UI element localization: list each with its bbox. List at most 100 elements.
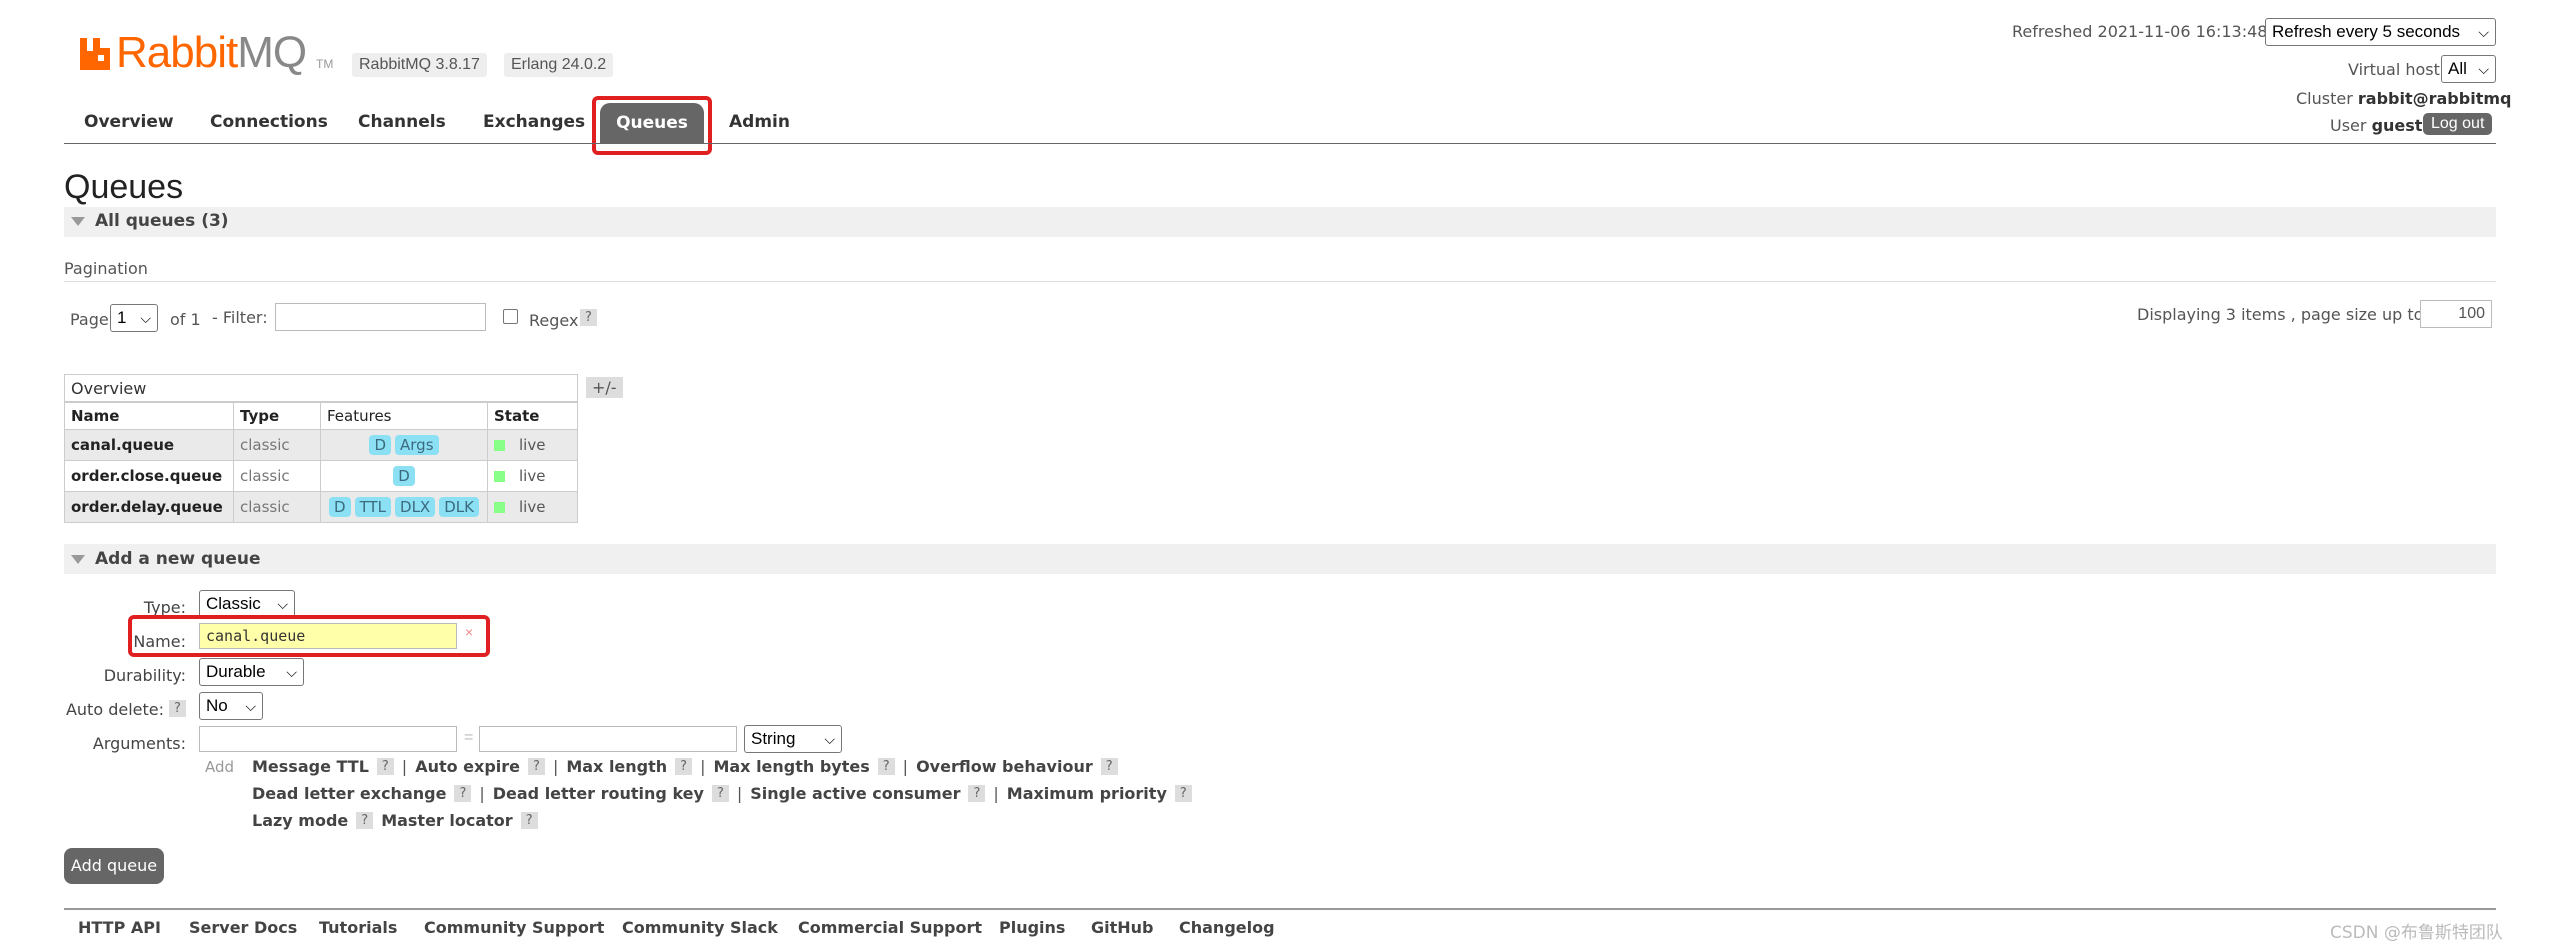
- add-queue-section-header[interactable]: [64, 544, 2496, 574]
- dead-letter-routing-key-help-icon[interactable]: ?: [711, 785, 729, 802]
- column-header-features[interactable]: Features: [320, 402, 488, 430]
- master-locator-help-icon[interactable]: ?: [520, 812, 538, 829]
- all-queues-section-header[interactable]: [64, 207, 2496, 237]
- filter-label: - Filter:: [212, 308, 268, 327]
- durability-value: Durable: [206, 662, 266, 681]
- queue-features: D: [320, 460, 488, 492]
- arg-max-length-link[interactable]: Max length: [566, 757, 667, 776]
- arg-overflow-behaviour-link[interactable]: Overflow behaviour: [916, 757, 1093, 776]
- watermark: CSDN @布鲁斯特团队: [2330, 923, 2503, 943]
- collapse-triangle-icon: [71, 217, 85, 226]
- page-title: Queues: [64, 168, 184, 206]
- tab-admin[interactable]: Admin: [729, 112, 790, 132]
- overflow-behaviour-help-icon[interactable]: ?: [1100, 758, 1118, 775]
- footer-link-server-docs[interactable]: Server Docs: [189, 918, 297, 937]
- footer-link-github[interactable]: GitHub: [1091, 918, 1154, 937]
- tab-channels[interactable]: Channels: [358, 112, 446, 132]
- nav-divider: [64, 143, 2496, 144]
- column-header-name[interactable]: Name: [64, 402, 234, 430]
- feature-tag: DLX: [395, 497, 436, 517]
- queue-name-link[interactable]: order.delay.queue: [64, 491, 234, 523]
- feature-tag: D: [369, 435, 392, 455]
- arg-message-ttl-link[interactable]: Message TTL: [252, 757, 369, 776]
- arg-lazy-mode-link[interactable]: Lazy mode: [252, 811, 348, 830]
- chevron-down-icon: ⌵: [140, 310, 151, 326]
- dead-letter-exchange-help-icon[interactable]: ?: [454, 785, 472, 802]
- arg-separator: |: [401, 757, 408, 776]
- filter-input[interactable]: [275, 303, 486, 331]
- queue-state: live: [487, 460, 578, 492]
- feature-tag: TTL: [354, 497, 392, 517]
- refresh-interval-select[interactable]: Refresh every 5 seconds ⌵: [2265, 18, 2496, 46]
- arg-auto-expire-link[interactable]: Auto expire: [415, 757, 520, 776]
- queue-type-value: Classic: [206, 594, 261, 613]
- add-queue-heading: Add a new queue: [95, 549, 261, 569]
- table-row: order.close.queue classic D live: [64, 460, 578, 492]
- tab-connections[interactable]: Connections: [210, 112, 328, 132]
- arg-dead-letter-routing-key-link[interactable]: Dead letter routing key: [493, 784, 704, 803]
- queues-table: Name Type Features State canal.queue cla…: [64, 402, 578, 523]
- max-length-bytes-help-icon[interactable]: ?: [877, 758, 895, 775]
- user-info: User guest: [2330, 116, 2423, 135]
- column-header-state[interactable]: State: [487, 402, 578, 430]
- footer-link-plugins[interactable]: Plugins: [999, 918, 1065, 937]
- argument-shortcuts-row-3: Lazy mode ? Master locator ?: [252, 811, 538, 830]
- footer-link-http-api[interactable]: HTTP API: [78, 918, 161, 937]
- column-header-type[interactable]: Type: [233, 402, 321, 430]
- logout-button[interactable]: Log out: [2423, 113, 2493, 135]
- auto-delete-help-icon[interactable]: ?: [169, 700, 186, 717]
- tab-exchanges[interactable]: Exchanges: [483, 112, 585, 132]
- arg-max-length-bytes-link[interactable]: Max length bytes: [713, 757, 869, 776]
- vhost-select[interactable]: All ⌵: [2441, 55, 2496, 83]
- name-label: Name:: [133, 632, 186, 651]
- arg-master-locator-link[interactable]: Master locator: [381, 811, 513, 830]
- arg-dead-letter-exchange-link[interactable]: Dead letter exchange: [252, 784, 446, 803]
- feature-tag: D: [329, 497, 351, 517]
- lazy-mode-help-icon[interactable]: ?: [356, 812, 374, 829]
- message-ttl-help-icon[interactable]: ?: [376, 758, 394, 775]
- maximum-priority-help-icon[interactable]: ?: [1174, 785, 1192, 802]
- argument-type-select[interactable]: String ⌵: [744, 725, 842, 753]
- pagination-divider: [64, 281, 2496, 282]
- footer-link-changelog[interactable]: Changelog: [1179, 918, 1275, 937]
- regex-help-icon[interactable]: ?: [580, 309, 597, 326]
- queue-name-link[interactable]: canal.queue: [64, 429, 234, 461]
- page-select[interactable]: 1 ⌵: [110, 304, 158, 332]
- durability-select[interactable]: Durable ⌵: [199, 658, 304, 686]
- footer-link-tutorials[interactable]: Tutorials: [319, 918, 397, 937]
- footer-link-community-slack[interactable]: Community Slack: [622, 918, 778, 937]
- page-size-input[interactable]: 100: [2420, 300, 2492, 328]
- auto-expire-help-icon[interactable]: ?: [528, 758, 545, 775]
- arg-single-active-consumer-link[interactable]: Single active consumer: [750, 784, 960, 803]
- add-queue-button[interactable]: Add queue: [64, 848, 164, 884]
- erlang-badge: Erlang 24.0.2: [504, 53, 614, 77]
- tab-overview[interactable]: Overview: [84, 112, 174, 132]
- auto-delete-select[interactable]: No ⌵: [199, 692, 263, 720]
- queue-name-input[interactable]: canal.queue: [199, 623, 457, 649]
- collapse-triangle-icon: [71, 555, 85, 564]
- feature-tag: Args: [395, 435, 439, 455]
- clear-name-icon[interactable]: ×: [465, 624, 473, 640]
- page-label: Page: [70, 310, 109, 329]
- regex-checkbox[interactable]: [503, 309, 518, 324]
- queue-type-select[interactable]: Classic ⌵: [199, 590, 295, 618]
- footer-link-community-support[interactable]: Community Support: [424, 918, 604, 937]
- single-active-consumer-help-icon[interactable]: ?: [968, 785, 986, 802]
- auto-delete-label: Auto delete:: [65, 700, 164, 719]
- vhost-label: Virtual host: [2348, 60, 2440, 79]
- footer-link-commercial-support[interactable]: Commercial Support: [798, 918, 982, 937]
- state-indicator-icon: [494, 440, 505, 451]
- arg-maximum-priority-link[interactable]: Maximum priority: [1007, 784, 1167, 803]
- table-group-label: Overview: [71, 379, 147, 398]
- queue-type: classic: [233, 460, 321, 492]
- columns-toggle-button[interactable]: +/-: [586, 377, 623, 398]
- refresh-interval-value: Refresh every 5 seconds: [2272, 22, 2461, 41]
- queue-name-link[interactable]: order.close.queue: [64, 460, 234, 492]
- max-length-help-icon[interactable]: ?: [675, 758, 693, 775]
- chevron-down-icon: ⌵: [2478, 61, 2489, 77]
- argument-shortcuts-row-2: Dead letter exchange ? | Dead letter rou…: [252, 784, 1192, 803]
- chevron-down-icon: ⌵: [277, 596, 288, 612]
- arg-separator: |: [902, 757, 909, 776]
- argument-value-input[interactable]: [479, 726, 737, 752]
- argument-key-input[interactable]: [199, 726, 457, 752]
